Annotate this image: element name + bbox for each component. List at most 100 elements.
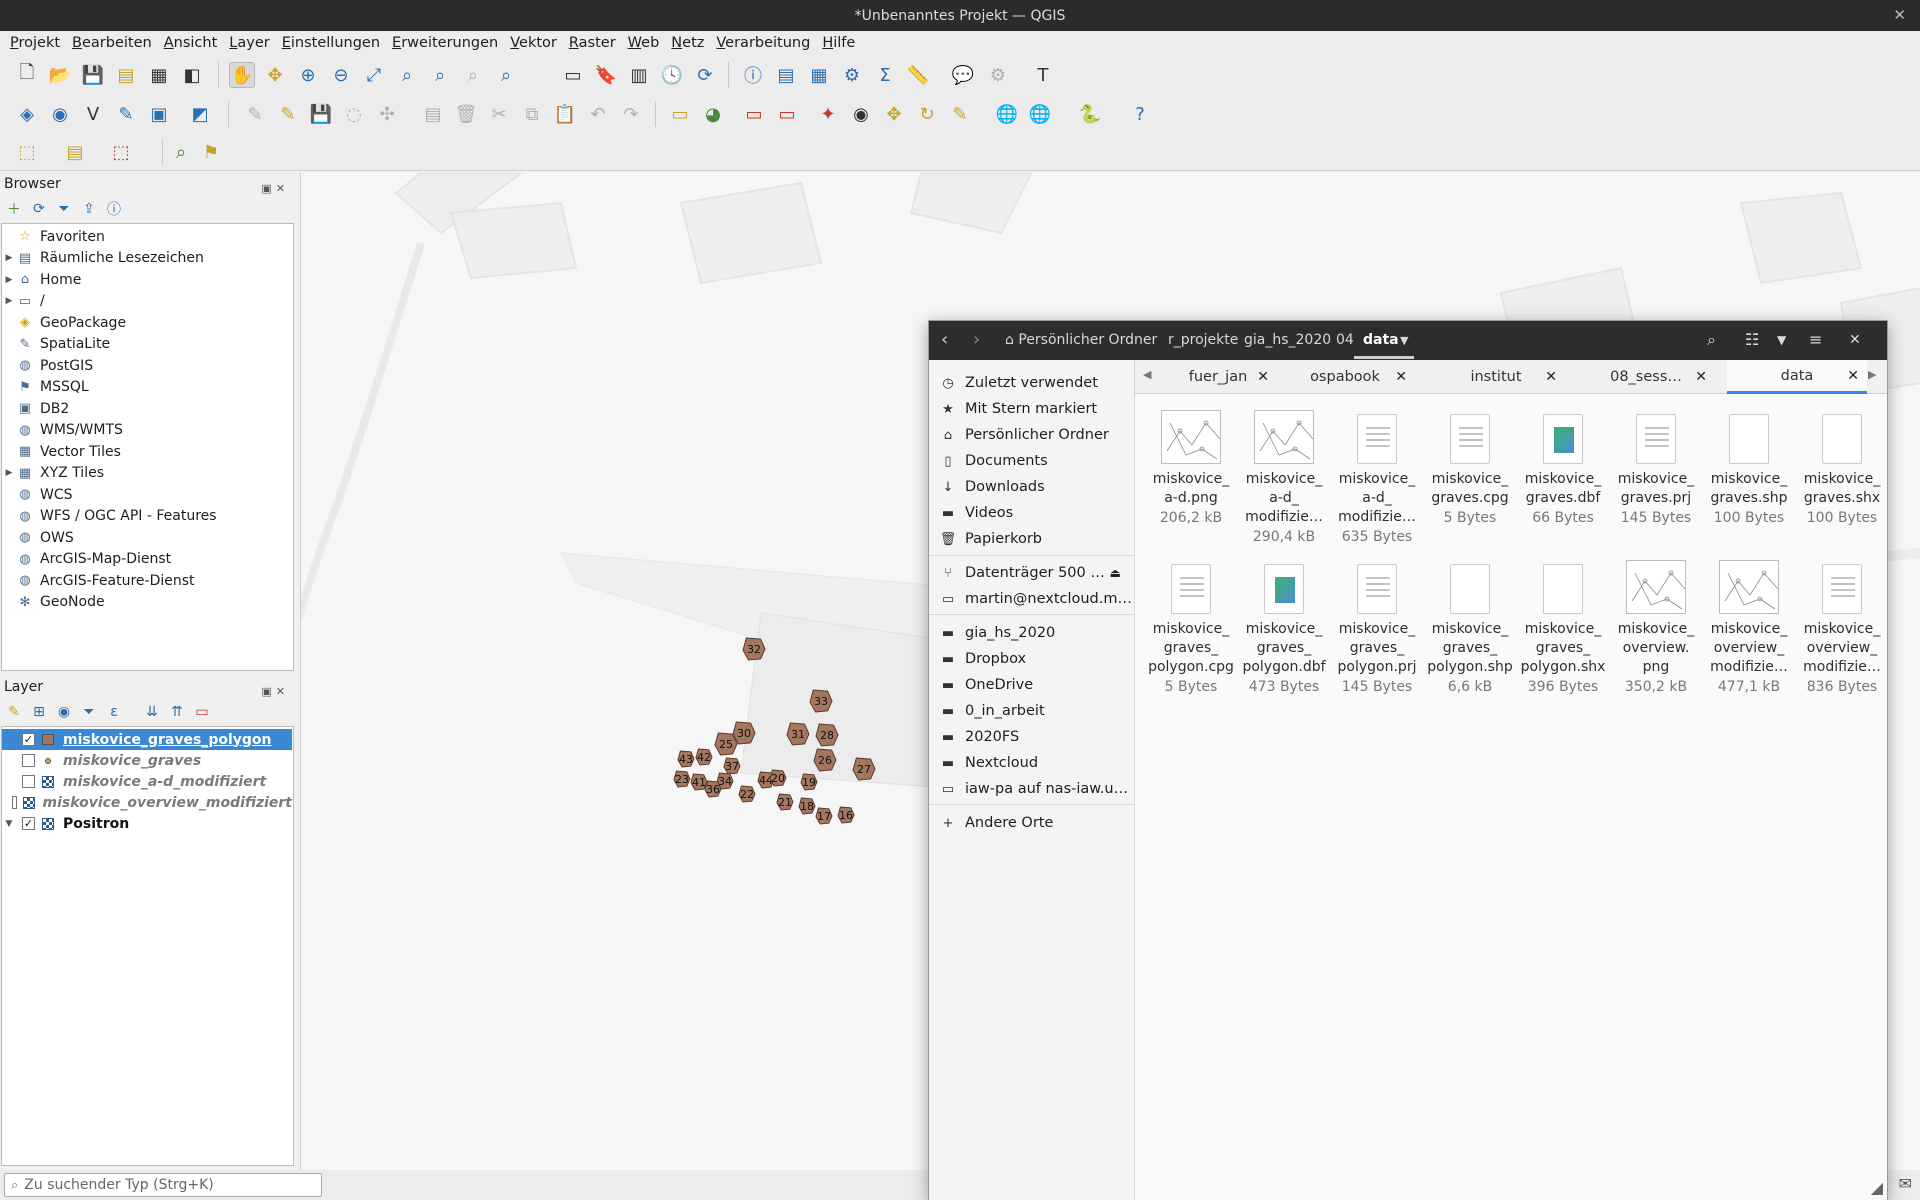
- file-item[interactable]: miskovice_ graves_ polygon.prj 145 Bytes: [1331, 558, 1423, 697]
- expand-arrow-icon[interactable]: ▶: [2, 253, 16, 263]
- web-globe-search-icon[interactable]: 🌐: [994, 101, 1020, 127]
- menu-erweiterungen[interactable]: Erweiterungen: [386, 35, 504, 51]
- browser-item[interactable]: ☆ Favoriten: [2, 226, 292, 247]
- sidebar-place-item[interactable]: ◷ Zuletzt verwendet: [929, 371, 1135, 395]
- close-tab-icon[interactable]: ✕: [1545, 369, 1557, 385]
- expand-all-icon[interactable]: ⇊: [142, 702, 162, 722]
- collapse-arrow-icon[interactable]: ▼: [2, 819, 16, 829]
- close-icon[interactable]: ✕: [1893, 6, 1906, 24]
- filter-icon[interactable]: ⏷: [54, 199, 74, 219]
- browser-item[interactable]: ◈ GeoPackage: [2, 312, 292, 333]
- add-feature-icon[interactable]: ◌: [341, 101, 367, 127]
- info-icon[interactable]: ⓘ: [104, 199, 124, 219]
- close-icon[interactable]: ✕: [1849, 332, 1861, 348]
- vertex-tool-icon[interactable]: ✣: [374, 101, 400, 127]
- zoom-full-icon[interactable]: ⤢: [361, 62, 387, 88]
- new-virtual-layer-icon[interactable]: ▣: [146, 101, 172, 127]
- file-item[interactable]: miskovice_ overview. png 350,2 kB: [1610, 558, 1702, 697]
- layer-visibility-checkbox[interactable]: ✓: [22, 733, 35, 746]
- new-print-layout-icon[interactable]: ▤: [113, 62, 139, 88]
- browser-item[interactable]: ▶ ⌂ Home: [2, 269, 292, 290]
- sidebar-place-item[interactable]: 🗑 Papierkorb: [929, 527, 1135, 551]
- style-manager-icon[interactable]: ◧: [179, 62, 205, 88]
- zoom-to-layer-icon[interactable]: ⌕: [427, 62, 453, 88]
- breadcrumb-home[interactable]: ⌂ Persönlicher Ordner: [1005, 332, 1157, 348]
- layer-item[interactable]: ✓ miskovice_graves_polygon: [2, 729, 292, 750]
- view-options-chevron-icon[interactable]: ▼: [1777, 333, 1786, 347]
- text-annotation-icon[interactable]: T: [1030, 62, 1056, 88]
- menu-einstellungen[interactable]: Einstellungen: [276, 35, 386, 51]
- close-tab-icon[interactable]: ✕: [1257, 369, 1269, 385]
- processing-model-icon[interactable]: ⚑: [198, 139, 224, 165]
- toggle-display-labels-icon[interactable]: ▭: [774, 101, 800, 127]
- file-item[interactable]: miskovice_ graves_ polygon.cpg 5 Bytes: [1145, 558, 1237, 697]
- layer-item[interactable]: ▼ ✓ Positron: [2, 813, 292, 834]
- cut-features-icon[interactable]: ✂: [486, 101, 512, 127]
- new-shapefile-layer-icon[interactable]: V: [80, 101, 106, 127]
- browser-item[interactable]: ◍ ArcGIS-Feature-Dienst: [2, 570, 292, 591]
- zoom-last-icon[interactable]: ⌕: [493, 62, 519, 88]
- sidebar-place-item[interactable]: ▬ Nextcloud: [929, 751, 1135, 775]
- remove-layer-icon[interactable]: ▭: [192, 702, 212, 722]
- browser-item[interactable]: ✻ GeoNode: [2, 592, 292, 613]
- python-console-icon[interactable]: 🐍: [1077, 101, 1103, 127]
- zoom-out-icon[interactable]: ⊖: [328, 62, 354, 88]
- menu-verarbeitung[interactable]: Verarbeitung: [710, 35, 816, 51]
- close-tab-icon[interactable]: ✕: [1695, 369, 1707, 385]
- search-icon[interactable]: ⌕: [1707, 330, 1716, 350]
- map-tips-icon[interactable]: 💬: [950, 62, 976, 88]
- tab-ospabook[interactable]: ospabook ✕: [1275, 360, 1415, 394]
- collapse-all-icon[interactable]: ⇈: [167, 702, 187, 722]
- browser-item[interactable]: ▦ Vector Tiles: [2, 441, 292, 462]
- sidebar-place-item[interactable]: + Andere Orte: [929, 811, 1135, 835]
- new-spatialite-layer-icon[interactable]: ✎: [113, 101, 139, 127]
- select-by-value-icon[interactable]: ▤: [62, 139, 88, 165]
- file-item[interactable]: miskovice_ graves_ polygon.shp 6,6 kB: [1424, 558, 1516, 697]
- sidebar-place-item[interactable]: ▭ martin@nextcloud.m…: [929, 587, 1135, 611]
- copy-features-icon[interactable]: ⧉: [519, 101, 545, 127]
- deselect-all-icon[interactable]: ⬚: [108, 139, 134, 165]
- layer-item[interactable]: miskovice_graves: [2, 750, 292, 771]
- delete-selected-icon[interactable]: 🗑: [453, 101, 479, 127]
- filter-expression-icon[interactable]: ε: [104, 702, 124, 722]
- sidebar-place-item[interactable]: ▬ OneDrive: [929, 673, 1135, 697]
- file-item[interactable]: miskovice_ graves.cpg 5 Bytes: [1424, 408, 1516, 528]
- paste-features-icon[interactable]: 📋: [552, 101, 578, 127]
- expand-arrow-icon[interactable]: ▶: [2, 468, 16, 478]
- menu-raster[interactable]: Raster: [563, 35, 622, 51]
- layout-manager-icon[interactable]: ▦: [146, 62, 172, 88]
- browser-item[interactable]: ✎ SpatiaLite: [2, 334, 292, 355]
- browser-item[interactable]: ⚑ MSSQL: [2, 377, 292, 398]
- menu-layer[interactable]: Layer: [223, 35, 275, 51]
- file-item[interactable]: miskovice_ graves.shx 100 Bytes: [1796, 408, 1888, 528]
- temporal-controller-icon[interactable]: 🕓: [659, 62, 685, 88]
- expand-arrow-icon[interactable]: ▶: [2, 296, 16, 306]
- sidebar-place-item[interactable]: ▬ Videos: [929, 501, 1135, 525]
- filter-legend-icon[interactable]: ⏷: [79, 702, 99, 722]
- browser-item[interactable]: ◍ WCS: [2, 484, 292, 505]
- new-geopackage-layer-icon[interactable]: ◉: [47, 101, 73, 127]
- add-selected-layers-icon[interactable]: ＋: [4, 199, 24, 219]
- layer-item[interactable]: miskovice_overview_modifiziert: [2, 792, 292, 813]
- rotate-label-icon[interactable]: ↻: [914, 101, 940, 127]
- file-item[interactable]: miskovice_ overview_ modifizie… 477,1 kB: [1703, 558, 1795, 697]
- browser-item[interactable]: ◍ ArcGIS-Map-Dienst: [2, 549, 292, 570]
- add-delimited-text-icon[interactable]: ◩: [187, 101, 213, 127]
- tab-institut[interactable]: institut ✕: [1427, 360, 1565, 394]
- attribute-table-icon[interactable]: ▤: [773, 62, 799, 88]
- file-item[interactable]: miskovice_ overview_ modifizie… 836 Bytes: [1796, 558, 1888, 697]
- save-project-icon[interactable]: 💾: [80, 62, 106, 88]
- menu-hilfe[interactable]: Hilfe: [816, 35, 861, 51]
- sidebar-place-item[interactable]: ▬ 0_in_arbeit: [929, 699, 1135, 723]
- open-project-icon[interactable]: 📂: [47, 62, 73, 88]
- browser-item[interactable]: ▶ ▦ XYZ Tiles: [2, 463, 292, 484]
- menu-vektor[interactable]: Vektor: [504, 35, 563, 51]
- tab-fuer-jan[interactable]: fuer_jan ✕: [1159, 360, 1277, 394]
- back-arrow-icon[interactable]: ‹: [941, 329, 948, 350]
- data-source-manager-icon[interactable]: ◈: [14, 101, 40, 127]
- statistics-sigma-icon[interactable]: Σ: [872, 62, 898, 88]
- help-icon[interactable]: ?: [1127, 101, 1153, 127]
- file-item[interactable]: miskovice_ graves.dbf 66 Bytes: [1517, 408, 1609, 528]
- current-edits-icon[interactable]: ✎: [242, 101, 268, 127]
- redo-icon[interactable]: ↷: [618, 101, 644, 127]
